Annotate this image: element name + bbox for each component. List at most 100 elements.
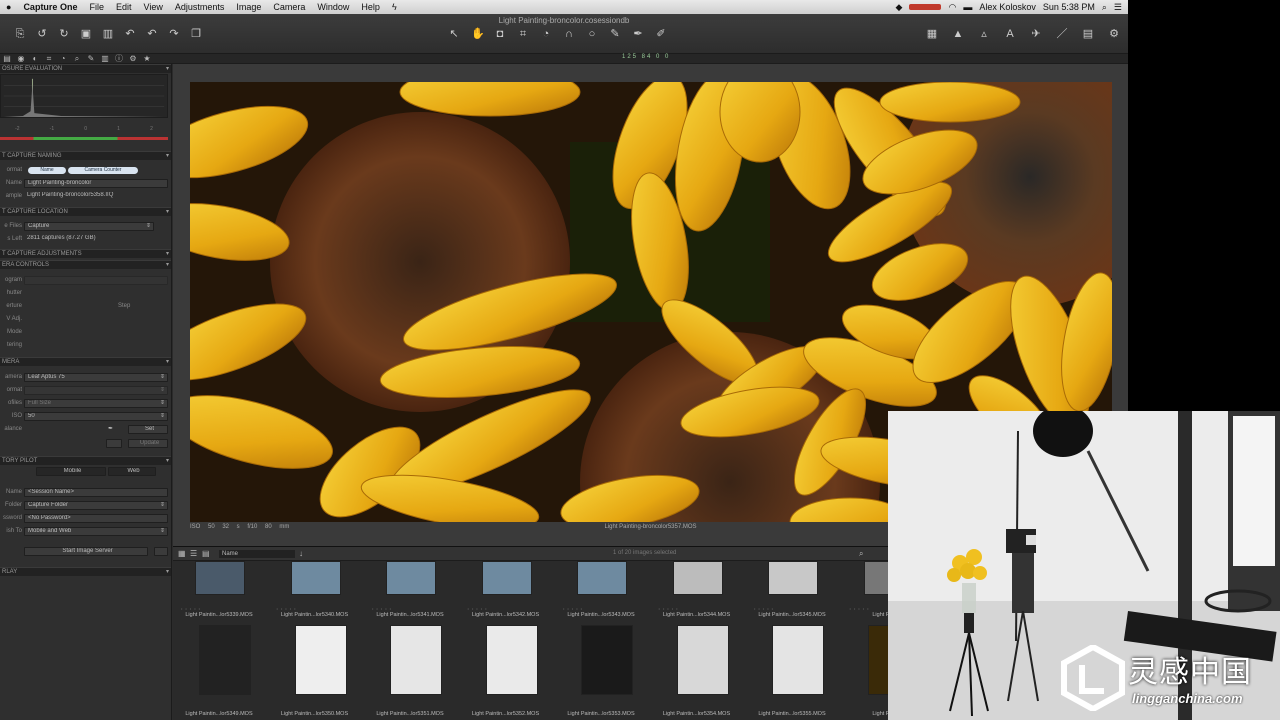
sort-select[interactable]: Name (219, 550, 295, 558)
flag-icon[interactable]: ▬ (963, 2, 972, 12)
thumbnail-image[interactable] (294, 625, 347, 695)
thumbnail-image[interactable] (199, 625, 251, 695)
naming-name-field[interactable]: Light Painting-broncolor (24, 179, 168, 188)
iso-select[interactable]: 50 (24, 412, 168, 421)
menu-image[interactable]: Image (230, 2, 267, 12)
redo-icon[interactable]: ↷ (168, 28, 180, 40)
thumbnail-image[interactable] (485, 625, 538, 695)
thumbnail[interactable]: Light Paintin...lor5353.MOS (557, 623, 645, 717)
section-capture-adjustments[interactable]: t Capture Adjustments (0, 249, 171, 258)
eyedropper-icon[interactable]: ✒ (108, 424, 113, 435)
text-icon[interactable]: A (1004, 28, 1016, 40)
rotate-tool-icon[interactable]: ◔ (540, 28, 552, 40)
search-icon[interactable]: ⌕ (1102, 2, 1107, 13)
lens-tab-icon[interactable]: ⌗ (44, 54, 54, 63)
camera-select[interactable]: Leaf Aptus 75 (24, 373, 168, 382)
capture-icon[interactable]: ▣ (80, 28, 92, 40)
section-capture-location[interactable]: t Capture Location (0, 207, 171, 216)
quick-tab-icon[interactable]: ★ (142, 54, 152, 63)
grid-icon[interactable]: ▦ (926, 28, 938, 40)
thumbnail[interactable]: Light Paintin...lor5351.MOS (366, 623, 454, 717)
pen-icon[interactable]: ／ (1056, 28, 1068, 40)
menu-window[interactable]: Window (311, 2, 355, 12)
metadata-tab-icon[interactable]: ⓘ (114, 54, 124, 63)
thumbnail-image[interactable] (386, 561, 436, 595)
thumbnail-image[interactable] (672, 561, 723, 595)
section-capture-pilot[interactable]: tory Pilot (0, 456, 171, 465)
thumbnail[interactable]: ••••• Light Paintin...lor5339.MOS (175, 561, 263, 623)
copy-icon[interactable]: ❐ (190, 28, 202, 40)
rating-stars[interactable]: ••••• (277, 606, 299, 611)
thumbnail-image[interactable] (676, 625, 729, 695)
mask-tool-icon[interactable]: ○ (586, 28, 598, 40)
library-tab-icon[interactable]: ▤ (2, 54, 12, 63)
thumbnail[interactable]: Light Paintin...lor5354.MOS (653, 623, 741, 717)
menu-help[interactable]: Help (355, 2, 386, 12)
menu-adjustments[interactable]: Adjustments (169, 2, 231, 12)
wifi-icon[interactable]: ◠ (948, 2, 956, 13)
rotate-right-icon[interactable]: ↻ (58, 28, 70, 40)
script-icon[interactable]: ϟ (386, 2, 403, 12)
rating-stars[interactable]: ••••• (468, 606, 490, 611)
color-tab-icon[interactable]: ◐ (30, 54, 40, 63)
thumbnail-image[interactable] (768, 561, 818, 595)
thumbnail-image[interactable] (772, 625, 824, 695)
capture-tab-icon[interactable]: ◉ (16, 54, 26, 63)
set-button[interactable]: Set (128, 425, 168, 434)
rating-stars[interactable]: ••••• (181, 606, 203, 611)
thumbnail-image[interactable] (577, 561, 627, 595)
thumbnail[interactable]: ••••• Light Paintin...lor5345.MOS (748, 561, 836, 623)
rating-stars[interactable]: ••••• (563, 606, 585, 611)
token-camera-counter[interactable]: Camera Counter (68, 167, 138, 174)
exposure-icon[interactable]: ▵ (978, 28, 990, 40)
filmstrip-view-icon[interactable]: ▤ (202, 549, 210, 558)
menu-file[interactable]: File (83, 2, 110, 12)
pilot-folder-select[interactable]: Capture Folder (24, 501, 168, 510)
rating-stars[interactable]: ••••• (372, 606, 394, 611)
trash-icon[interactable]: ▥ (102, 28, 114, 40)
import-icon[interactable]: ⎘ (14, 28, 26, 40)
list-icon[interactable]: ☰ (1114, 2, 1122, 13)
tab-mobile[interactable]: Mobile (36, 467, 106, 476)
thumbnail[interactable]: ••••• Light Paintin...lor5343.MOS (557, 561, 645, 623)
section-exposure-evaluation[interactable]: osure Evaluation (0, 64, 171, 73)
battery-indicator[interactable] (909, 4, 942, 10)
brush-tool-icon[interactable]: ✎ (609, 28, 621, 40)
browser-search-icon[interactable]: ⌕ (859, 549, 863, 559)
select-tool-icon[interactable]: ↖ (448, 28, 460, 40)
sort-direction-icon[interactable]: ↓ (299, 549, 303, 558)
undo-icon[interactable]: ↶ (124, 28, 136, 40)
undo-all-icon[interactable]: ↶ (146, 28, 158, 40)
apple-icon[interactable]: ● (0, 2, 17, 12)
keystone-tool-icon[interactable]: ∩ (563, 28, 575, 40)
menu-edit[interactable]: Edit (110, 2, 138, 12)
thumbnail-image[interactable] (390, 625, 442, 695)
thumbnail-image[interactable] (581, 625, 633, 695)
menu-app[interactable]: Capture One (17, 2, 83, 12)
thumbnail-image[interactable] (481, 561, 532, 595)
password-field[interactable]: <No Password> (24, 514, 168, 523)
thumbnail[interactable]: ••••• Light Paintin...lor5341.MOS (366, 561, 454, 623)
publish-select[interactable]: Mobile and Web (24, 527, 168, 536)
rating-stars[interactable]: ••••• (754, 606, 776, 611)
loupe-tool-icon[interactable]: ◘ (494, 28, 506, 40)
print-icon[interactable]: ▤ (1082, 28, 1094, 40)
user-name[interactable]: Alex Koloskov (979, 2, 1036, 12)
list-view-icon[interactable]: ☰ (190, 549, 197, 558)
picker-tool-icon[interactable]: ✒ (632, 28, 644, 40)
section-camera[interactable]: mera (0, 357, 171, 366)
capture-folder-select[interactable]: Capture (24, 222, 154, 231)
thumbnail[interactable]: ••••• Light Paintin...lor5340.MOS (271, 561, 359, 623)
local-tab-icon[interactable]: ✎ (86, 54, 96, 63)
pin-icon[interactable]: ✈ (1030, 28, 1042, 40)
section-capture-naming[interactable]: t Capture Naming (0, 151, 171, 160)
thumbnail[interactable]: Light Paintin...lor5350.MOS (271, 623, 359, 717)
details-tab-icon[interactable]: ⌕ (72, 54, 82, 63)
profiles-select[interactable]: Full Size (24, 399, 168, 408)
update-button[interactable]: Update (128, 439, 168, 448)
start-image-server-button[interactable]: Start Image Server (24, 547, 148, 556)
warning-icon[interactable]: ▲ (952, 28, 964, 40)
menu-view[interactable]: View (137, 2, 168, 12)
token-name[interactable]: Name (28, 167, 66, 174)
output-tab-icon[interactable]: ⚙ (128, 54, 138, 63)
